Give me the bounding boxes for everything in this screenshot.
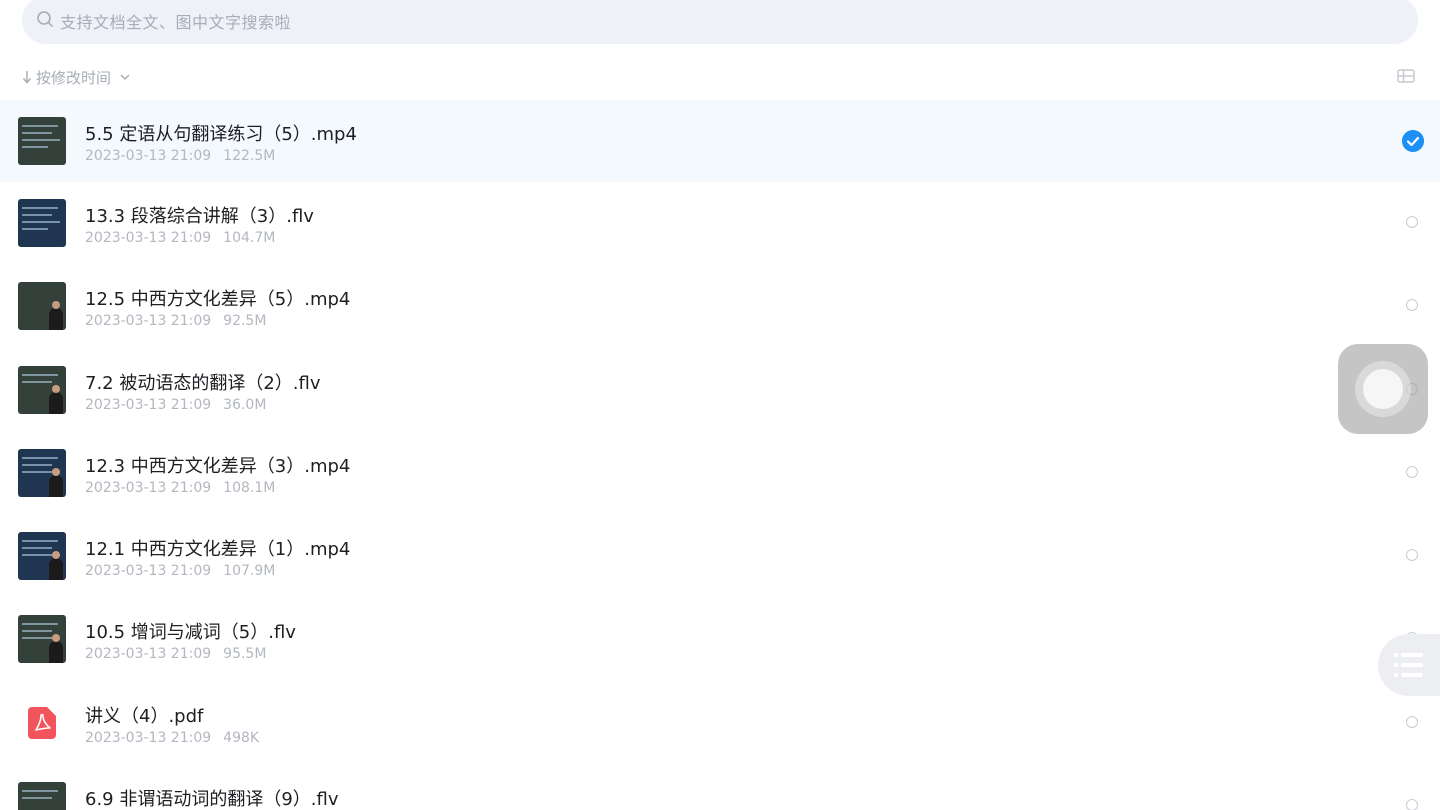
file-name: 13.3 段落综合讲解（3）.flv [85,206,314,227]
video-thumbnail [18,282,66,331]
file-size: 108.1M [223,479,276,496]
select-radio[interactable] [1406,799,1418,810]
list-icon [1394,653,1423,677]
select-radio[interactable] [1406,299,1418,312]
file-name: 讲义（4）.pdf [85,705,204,727]
file-name: 12.3 中西方文化差异（3）.mp4 [85,455,351,477]
video-thumbnail [18,615,66,664]
file-row[interactable]: 5.5 定语从句翻译练习（5）.mp4 2023-03-13 21:09 122.… [0,100,1440,182]
pdf-icon [28,706,56,739]
floating-list-button[interactable] [1378,634,1440,696]
assistive-touch-icon[interactable] [1338,344,1428,434]
video-thumbnail [18,117,66,165]
file-meta: 2023-03-13 21:09 104.7M [85,230,275,246]
file-row[interactable]: 13.3 段落综合讲解（3）.flv 2023-03-13 21:09 104.7… [0,182,1440,265]
file-date: 2023-03-13 21:09 [85,646,212,663]
list-view-icon[interactable] [1397,69,1415,83]
file-row[interactable]: 7.2 被动语态的翻译（2）.flv 2023-03-13 21:09 36.0M [0,349,1440,432]
search-placeholder: 支持文档全文、图中文字搜索啦 [60,13,292,32]
select-radio[interactable] [1406,465,1418,478]
file-size: 92.5M [223,313,267,330]
select-radio[interactable] [1406,549,1418,562]
file-size: 36.0M [223,396,267,413]
file-row[interactable]: 6.9 非谓语动词的翻译（9）.flv [0,765,1440,810]
file-row[interactable]: 12.3 中西方文化差异（3）.mp4 2023-03-13 21:09 108.… [0,432,1440,515]
file-date: 2023-03-13 21:09 [85,313,212,330]
file-meta: 2023-03-13 21:09 92.5M [85,313,266,329]
search-bar[interactable]: 支持文档全文、图中文字搜索啦 [22,0,1418,44]
file-name: 7.2 被动语态的翻译（2）.flv [85,372,321,394]
file-name: 12.5 中西方文化差异（5）.mp4 [85,289,351,311]
file-size: 107.9M [223,563,276,580]
video-thumbnail [18,365,66,414]
file-row[interactable]: 12.5 中西方文化差异（5）.mp4 2023-03-13 21:09 92.5… [0,265,1440,348]
file-size: 95.5M [223,646,267,663]
file-list: 5.5 定语从句翻译练习（5）.mp4 2023-03-13 21:09 122.… [0,100,1440,810]
file-size: 104.7M [223,230,276,246]
video-thumbnail [18,448,66,497]
video-thumbnail [18,532,66,581]
video-thumbnail [18,199,66,247]
arrow-down-icon [22,71,32,84]
select-radio[interactable] [1406,216,1418,228]
file-row[interactable]: 讲义（4）.pdf 2023-03-13 21:09 498K [0,682,1440,765]
file-name: 6.9 非谓语动词的翻译（9）.flv [85,789,339,810]
file-meta: 2023-03-13 21:09 36.0M [85,397,266,413]
file-date: 2023-03-13 21:09 [85,230,212,246]
file-name: 12.1 中西方文化差异（1）.mp4 [85,539,351,561]
checkmark-circle-icon[interactable] [1402,130,1424,152]
file-name: 5.5 定语从句翻译练习（5）.mp4 [85,124,357,145]
video-thumbnail [18,782,66,810]
file-size: 498K [223,729,260,746]
file-row[interactable]: 10.5 增词与减词（5）.flv 2023-03-13 21:09 95.5M [0,598,1440,681]
sort-label: 按修改时间 [36,68,112,87]
chevron-down-icon [120,74,130,81]
sort-selector[interactable]: 按修改时间 [22,64,131,90]
file-meta: 2023-03-13 21:09 108.1M [85,480,275,496]
file-date: 2023-03-13 21:09 [85,729,212,746]
file-meta: 2023-03-13 21:09 498K [85,730,259,746]
file-date: 2023-03-13 21:09 [85,563,212,580]
file-browser: 支持文档全文、图中文字搜索啦 按修改时间 5.5 定语从句翻译练习（5）.mp4… [0,0,1440,810]
file-size: 122.5M [223,148,276,164]
file-date: 2023-03-13 21:09 [85,479,212,496]
file-meta: 2023-03-13 21:09 95.5M [85,646,266,662]
select-radio[interactable] [1406,715,1418,728]
file-meta: 2023-03-13 21:09 107.9M [85,563,275,579]
file-row[interactable]: 12.1 中西方文化差异（1）.mp4 2023-03-13 21:09 107.… [0,515,1440,598]
search-icon [37,11,53,27]
file-name: 10.5 增词与减词（5）.flv [85,622,296,644]
file-date: 2023-03-13 21:09 [85,396,212,413]
file-date: 2023-03-13 21:09 [85,148,212,164]
file-meta: 2023-03-13 21:09 122.5M [85,148,275,164]
